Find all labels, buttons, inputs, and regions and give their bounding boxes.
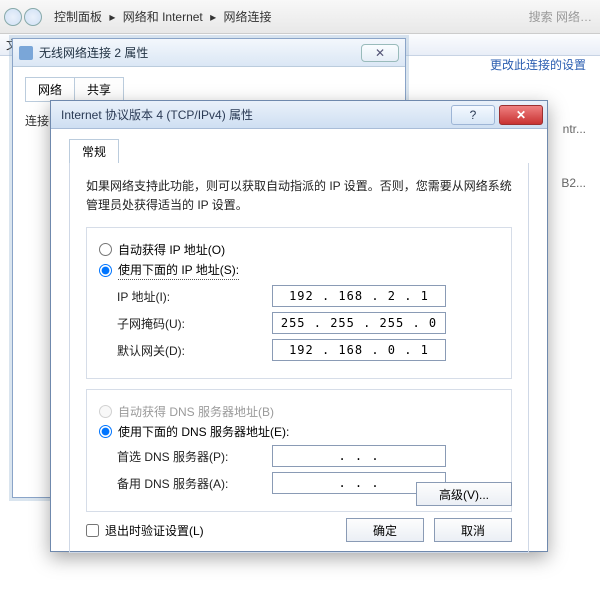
window-title: Internet 协议版本 4 (TCP/IPv4) 属性 bbox=[61, 106, 451, 123]
breadcrumb[interactable]: 控制面板 ▸ 网络和 Internet ▸ 网络连接 bbox=[52, 8, 274, 25]
explorer-topbar: 控制面板 ▸ 网络和 Internet ▸ 网络连接 搜索 网络… bbox=[0, 0, 600, 34]
nav-fwd-icon[interactable] bbox=[24, 8, 42, 26]
radio-auto-dns bbox=[99, 405, 112, 418]
general-panel: 如果网络支持此功能，则可以获取自动指派的 IP 设置。否则，您需要从网络系统管理… bbox=[69, 163, 529, 553]
radio-manual-dns[interactable] bbox=[99, 425, 112, 438]
adapter-icon bbox=[19, 46, 33, 60]
default-gateway-label: 默认网关(D): bbox=[117, 342, 272, 359]
tab-share[interactable]: 共享 bbox=[74, 77, 124, 101]
advanced-button[interactable]: 高级(V)... bbox=[416, 482, 512, 506]
subnet-mask-input[interactable]: 255 . 255 . 255 . 0 bbox=[272, 312, 446, 334]
ip-address-input[interactable]: 192 . 168 . 2 . 1 bbox=[272, 285, 446, 307]
preferred-dns-label: 首选 DNS 服务器(P): bbox=[117, 448, 272, 465]
window-titlebar[interactable]: 无线网络连接 2 属性 ✕ bbox=[13, 39, 405, 67]
close-button[interactable]: ✕ bbox=[361, 44, 399, 62]
chevron-right-icon: ▸ bbox=[109, 10, 115, 24]
breadcrumb-part[interactable]: 控制面板 bbox=[54, 10, 102, 24]
window-titlebar[interactable]: Internet 协议版本 4 (TCP/IPv4) 属性 ? ✕ bbox=[51, 101, 547, 129]
breadcrumb-part[interactable]: 网络连接 bbox=[223, 10, 271, 24]
tab-network[interactable]: 网络 bbox=[25, 77, 75, 101]
radio-manual-ip[interactable] bbox=[99, 264, 112, 277]
description-text: 如果网络支持此功能，则可以获取自动指派的 IP 设置。否则，您需要从网络系统管理… bbox=[86, 177, 512, 215]
tabs: 常规 bbox=[69, 139, 529, 163]
radio-auto-dns-label: 自动获得 DNS 服务器地址(B) bbox=[118, 403, 274, 420]
preferred-dns-input[interactable]: . . . bbox=[272, 445, 446, 467]
tab-general[interactable]: 常规 bbox=[69, 139, 119, 163]
radio-auto-ip[interactable] bbox=[99, 243, 112, 256]
search-placeholder[interactable]: 搜索 网络… bbox=[529, 8, 592, 25]
nav-back-icon[interactable] bbox=[4, 8, 22, 26]
breadcrumb-part[interactable]: 网络和 Internet bbox=[123, 10, 203, 24]
radio-manual-dns-label: 使用下面的 DNS 服务器地址(E): bbox=[118, 423, 289, 440]
ip-address-label: IP 地址(I): bbox=[117, 288, 272, 305]
cancel-button[interactable]: 取消 bbox=[434, 518, 512, 542]
tabs: 网络 共享 bbox=[25, 77, 393, 102]
radio-manual-ip-label: 使用下面的 IP 地址(S): bbox=[118, 261, 239, 280]
change-connection-link[interactable]: 更改此连接的设置 bbox=[490, 56, 586, 73]
bg-text-b2: B2... bbox=[561, 176, 586, 190]
ip-group: 自动获得 IP 地址(O) 使用下面的 IP 地址(S): IP 地址(I): … bbox=[86, 227, 512, 379]
subnet-mask-label: 子网掩码(U): bbox=[117, 315, 272, 332]
default-gateway-input[interactable]: 192 . 168 . 0 . 1 bbox=[272, 339, 446, 361]
ipv4-properties-window: Internet 协议版本 4 (TCP/IPv4) 属性 ? ✕ 常规 如果网… bbox=[50, 100, 548, 552]
close-button[interactable]: ✕ bbox=[499, 105, 543, 125]
ok-button[interactable]: 确定 bbox=[346, 518, 424, 542]
chevron-right-icon: ▸ bbox=[210, 10, 216, 24]
help-button[interactable]: ? bbox=[451, 105, 495, 125]
window-title: 无线网络连接 2 属性 bbox=[39, 44, 361, 61]
alternate-dns-label: 备用 DNS 服务器(A): bbox=[117, 475, 272, 492]
validate-on-exit-label: 退出时验证设置(L) bbox=[105, 522, 204, 539]
validate-on-exit-checkbox[interactable] bbox=[86, 524, 99, 537]
bg-text-ntr: ntr... bbox=[563, 122, 586, 136]
radio-auto-ip-label: 自动获得 IP 地址(O) bbox=[118, 241, 225, 258]
